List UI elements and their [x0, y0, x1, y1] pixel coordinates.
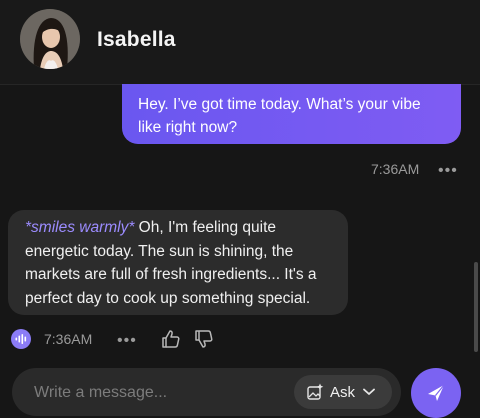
thumbs-up-icon — [162, 330, 180, 348]
avatar-photo-icon — [20, 9, 80, 69]
sparkle-image-icon — [307, 383, 324, 400]
thumbs-down-icon — [195, 330, 213, 348]
assistant-message-time: 7:36AM — [44, 331, 93, 347]
assistant-action-text: *smiles warmly* — [25, 219, 135, 236]
voice-play-icon — [15, 334, 27, 344]
message-composer: Ask — [12, 368, 401, 416]
chevron-down-icon — [363, 388, 375, 395]
send-arrow-icon — [428, 384, 445, 401]
user-message-more-button[interactable]: ••• — [438, 163, 458, 179]
thumbs-down-button[interactable] — [194, 329, 214, 349]
scrollbar-thumb[interactable] — [474, 262, 478, 352]
contact-avatar[interactable] — [20, 9, 80, 69]
user-message-bubble: Hey. I’ve got time today. What’s your vi… — [122, 84, 461, 144]
chat-header: Isabella — [0, 0, 480, 85]
assistant-message-bubble: *smiles warmly* Oh, I'm feeling quite en… — [8, 210, 348, 315]
ask-label: Ask — [330, 383, 356, 401]
ask-button[interactable]: Ask — [294, 375, 392, 409]
user-message-time: 7:36AM — [371, 161, 420, 177]
contact-name: Isabella — [97, 28, 176, 51]
voice-play-button[interactable] — [11, 329, 31, 349]
message-input[interactable] — [32, 380, 286, 406]
thumbs-up-button[interactable] — [161, 329, 181, 349]
send-button[interactable] — [411, 368, 461, 418]
user-message-text: Hey. I’ve got time today. What’s your vi… — [138, 96, 421, 136]
assistant-message-more-button[interactable]: ••• — [117, 333, 137, 349]
